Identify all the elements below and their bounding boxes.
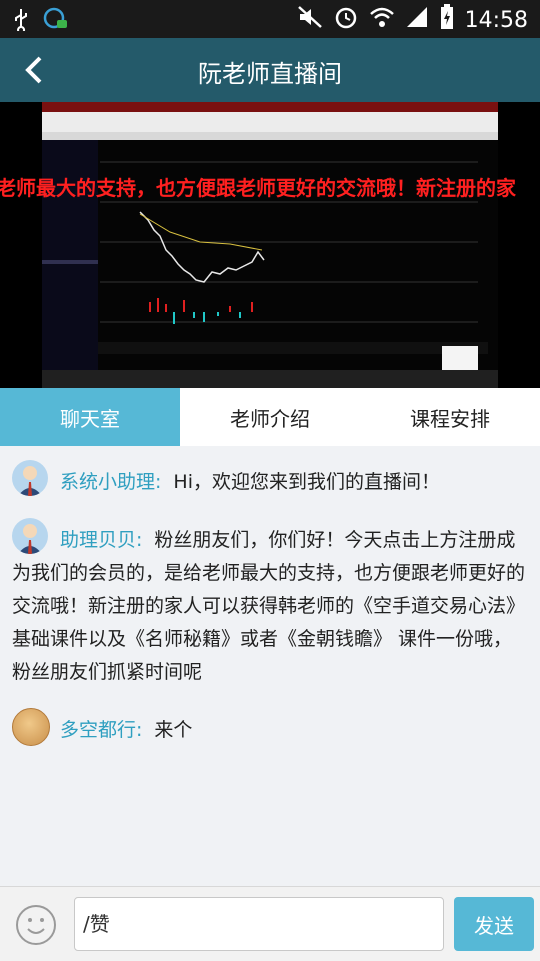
- message-input-bar: /赞 发送: [0, 886, 540, 961]
- send-button[interactable]: 发送: [454, 897, 534, 951]
- title-bar: 阮老师直播间: [0, 38, 540, 102]
- message-input[interactable]: /赞: [74, 897, 444, 951]
- chat-message: 多空都行: 来个: [12, 708, 528, 748]
- status-bar: 14:58: [0, 0, 540, 38]
- message-sender: 多空都行:: [60, 719, 143, 741]
- usb-icon: [12, 7, 30, 35]
- chat-app-icon: [42, 6, 68, 36]
- tab-teacher-intro[interactable]: 老师介绍: [180, 388, 360, 446]
- tab-bar: 聊天室 老师介绍 课程安排: [0, 388, 540, 446]
- chat-message: 系统小助理: Hi，欢迎您来到我们的直播间！: [12, 460, 528, 500]
- message-text: 粉丝朋友们，你们好！今天点击上方注册成为我们的会员的，是给老师最大的支持，也方便…: [12, 529, 526, 683]
- signal-icon: [405, 5, 429, 35]
- message-text: 来个: [154, 719, 193, 741]
- person-icon: [12, 460, 48, 496]
- mute-icon: [297, 5, 323, 35]
- live-video-player[interactable]: 老师最大的支持，也方便跟老师更好的交流哦！新注册的家: [0, 102, 540, 388]
- alarm-icon: [333, 4, 359, 36]
- page-title: 阮老师直播间: [198, 60, 342, 88]
- chat-list: 系统小助理: Hi，欢迎您来到我们的直播间！ 助理贝贝: 粉丝朋友们，你们好！今天点…: [0, 446, 540, 886]
- tab-course-schedule[interactable]: 课程安排: [360, 388, 540, 446]
- smiley-icon: [27, 918, 45, 934]
- coin-icon: [12, 708, 50, 746]
- message-sender: 助理贝贝:: [60, 529, 143, 551]
- emoji-button[interactable]: [16, 905, 56, 945]
- battery-icon: [439, 4, 455, 36]
- message-text: Hi，欢迎您来到我们的直播间！: [173, 471, 440, 493]
- trading-software-screenshot: [42, 102, 498, 388]
- clock-text: 14:58: [464, 7, 528, 33]
- message-sender: 系统小助理:: [60, 471, 162, 493]
- tab-chat-room[interactable]: 聊天室: [0, 388, 180, 446]
- marquee-text: 老师最大的支持，也方便跟老师更好的交流哦！新注册的家: [0, 176, 516, 200]
- chat-message: 助理贝贝: 粉丝朋友们，你们好！今天点击上方注册成为我们的会员的，是给老师最大的支…: [12, 518, 528, 688]
- wifi-icon: [369, 5, 395, 35]
